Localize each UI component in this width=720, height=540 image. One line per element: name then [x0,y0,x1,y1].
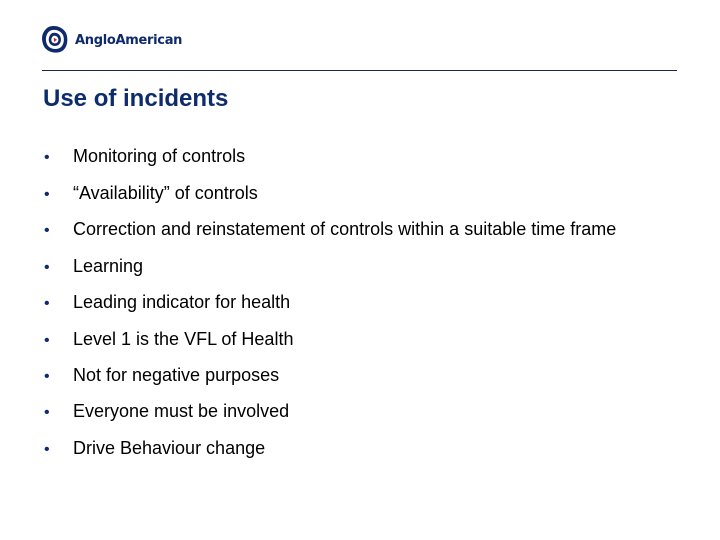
bullet-text: “Availability” of controls [73,183,258,203]
bullet-icon: • [44,149,50,166]
bullet-text: Learning [73,256,144,276]
bullet-item: • Correction and reinstatement of contro… [44,219,616,240]
bullet-item: • Not for negative purposes [44,365,279,386]
header-divider [42,70,677,71]
bullet-text: Correction and reinstatement of controls… [73,219,617,239]
bullet-text: Everyone must be involved [73,401,290,421]
bullet-icon: • [44,441,50,458]
slide-title: Use of incidents [43,85,229,112]
bullet-icon: • [44,186,50,203]
bullet-item: • Everyone must be involved [44,401,289,422]
bullet-item: • Drive Behaviour change [44,438,265,459]
bullet-icon: • [44,295,50,312]
bullet-item: • Leading indicator for health [44,292,290,313]
bullet-item: • Monitoring of controls [44,146,245,167]
bullet-icon: • [44,332,50,349]
bullet-item: • Level 1 is the VFL of Health [44,329,293,350]
bullet-text: Leading indicator for health [73,292,291,312]
bullet-text: Drive Behaviour change [73,438,266,458]
bullet-icon: • [44,259,50,276]
anglo-american-emblem-icon [42,25,68,53]
bullet-icon: • [44,404,50,421]
bullet-item: • Learning [44,256,143,277]
bullet-text: Level 1 is the VFL of Health [73,329,294,349]
logo-wordmark: AngloAmerican [75,32,183,48]
bullet-icon: • [44,368,50,385]
bullet-icon: • [44,222,50,239]
bullet-text: Not for negative purposes [73,365,280,385]
bullet-text: Monitoring of controls [73,146,246,166]
bullet-item: • “Availability” of controls [44,183,258,204]
anglo-american-logo: AngloAmerican [40,23,182,55]
